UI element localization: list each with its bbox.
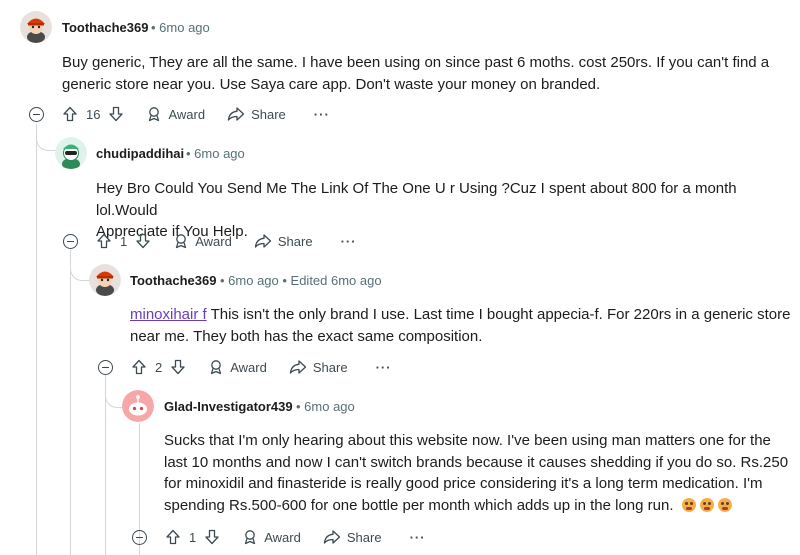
- share-button[interactable]: Share: [254, 233, 313, 249]
- award-label: Award: [195, 233, 232, 249]
- comment-body: Sucks that I'm only hearing about this w…: [164, 430, 794, 516]
- avatar-icon: [20, 11, 52, 43]
- share-icon: [227, 107, 245, 121]
- upvote-button[interactable]: [131, 359, 147, 375]
- share-label: Share: [346, 529, 382, 545]
- comment-timestamp: • 6mo ago • Edited 6mo ago: [220, 273, 382, 288]
- comment-username[interactable]: Toothache369: [62, 20, 148, 35]
- comment-body-line: Hey Bro Could You Send Me The Link Of Th…: [96, 180, 737, 219]
- upvote-button[interactable]: [62, 106, 78, 122]
- vote-count: 16: [86, 106, 101, 122]
- comment-link[interactable]: minoxihair f: [130, 306, 207, 323]
- downvote-button[interactable]: [108, 106, 124, 122]
- upvote-icon: [132, 359, 146, 375]
- collapse-icon[interactable]: [29, 107, 44, 122]
- share-button[interactable]: Share: [323, 529, 382, 545]
- emoji-icon: [681, 497, 696, 512]
- more-options-button[interactable]: ···: [376, 360, 392, 375]
- award-button[interactable]: Award: [242, 529, 301, 545]
- comment-body-line: for minoxidil and finasteride is really …: [164, 475, 763, 492]
- downvote-icon: [136, 233, 150, 249]
- comment-body-line: generic store near you. Use Saya care ap…: [62, 75, 601, 93]
- award-button[interactable]: Award: [146, 106, 205, 122]
- share-label: Share: [251, 106, 286, 122]
- avatar-icon: [89, 264, 121, 296]
- vote-count: 1: [189, 529, 197, 545]
- comment-body-line: Sucks that I'm only hearing about this w…: [164, 432, 771, 449]
- downvote-icon: [109, 106, 124, 122]
- avatar[interactable]: [89, 264, 121, 296]
- award-icon: [211, 360, 222, 375]
- emoji-icon: [717, 497, 732, 512]
- comment-body-line: near me. They both has the exact same co…: [130, 327, 483, 345]
- comment-body: minoxihair f This isn't the only brand I…: [130, 304, 795, 347]
- comment-body-line: Buy generic, They are all the same. I ha…: [62, 54, 770, 71]
- comment-body: Buy generic, They are all the same. I ha…: [62, 52, 782, 95]
- thread-line: [70, 250, 71, 555]
- more-options-button[interactable]: ···: [410, 530, 426, 545]
- comment-actions: 2 Award Share ···: [131, 356, 392, 378]
- award-icon: [149, 107, 160, 122]
- award-button[interactable]: Award: [208, 359, 267, 375]
- share-icon: [323, 530, 341, 544]
- award-label: Award: [168, 106, 206, 122]
- upvote-icon: [97, 233, 111, 249]
- upvote-icon: [166, 529, 180, 545]
- avatar[interactable]: [20, 11, 52, 43]
- vote-count: 1: [120, 233, 128, 249]
- share-icon: [289, 360, 307, 374]
- downvote-button[interactable]: [170, 359, 186, 375]
- collapse-icon[interactable]: [98, 360, 113, 375]
- thread-connector: [70, 250, 91, 281]
- collapse-icon[interactable]: [132, 530, 147, 545]
- comment-username[interactable]: Glad-Investigator439: [164, 399, 293, 414]
- comment-body-line: spending Rs.500-600 for one bottle per m…: [164, 495, 794, 517]
- comment-body-text: This isn't the only brand I use. Last ti…: [206, 306, 791, 323]
- award-label: Award: [230, 359, 267, 375]
- upvote-button[interactable]: [165, 529, 181, 545]
- avatar-icon: [122, 390, 154, 422]
- upvote-button[interactable]: [96, 233, 112, 249]
- share-label: Share: [277, 233, 313, 249]
- award-button[interactable]: Award: [173, 233, 232, 249]
- award-label: Award: [264, 529, 301, 545]
- vote-count: 2: [155, 359, 163, 375]
- comment-username[interactable]: chudipaddihai: [96, 146, 184, 161]
- avatar-icon: [55, 137, 87, 169]
- downvote-icon: [171, 359, 185, 375]
- thread-line: [36, 124, 37, 555]
- comment-actions: 1 Award Share ···: [96, 230, 357, 252]
- downvote-button[interactable]: [204, 529, 220, 545]
- avatar[interactable]: [122, 390, 154, 422]
- upvote-icon: [63, 106, 77, 122]
- share-icon: [254, 234, 272, 248]
- avatar[interactable]: [55, 137, 87, 169]
- share-button[interactable]: Share: [289, 359, 348, 375]
- downvote-button[interactable]: [135, 233, 151, 249]
- comment-body-line: last 10 months and now I can't switch br…: [164, 453, 789, 471]
- comment-actions: 1 Award Share ···: [165, 526, 426, 548]
- share-label: Share: [312, 359, 348, 375]
- comment-timestamp: • 6mo ago: [151, 20, 210, 35]
- comment-body-text: spending Rs.500-600 for one bottle per m…: [164, 496, 674, 514]
- more-options-button[interactable]: ···: [341, 234, 357, 249]
- collapse-icon[interactable]: [63, 234, 78, 249]
- award-icon: [176, 234, 187, 249]
- comment-timestamp: • 6mo ago: [296, 399, 355, 414]
- more-options-button[interactable]: ···: [314, 107, 330, 122]
- comment-timestamp: • 6mo ago: [186, 146, 245, 161]
- downvote-icon: [205, 529, 219, 545]
- comment-body-line: minoxihair f This isn't the only brand I…: [130, 304, 795, 326]
- share-button[interactable]: Share: [227, 106, 286, 122]
- emoji-icon: [699, 497, 714, 512]
- comment-username[interactable]: Toothache369: [130, 273, 216, 288]
- award-icon: [245, 530, 256, 545]
- comment-actions: 16 Award Share ···: [62, 103, 330, 125]
